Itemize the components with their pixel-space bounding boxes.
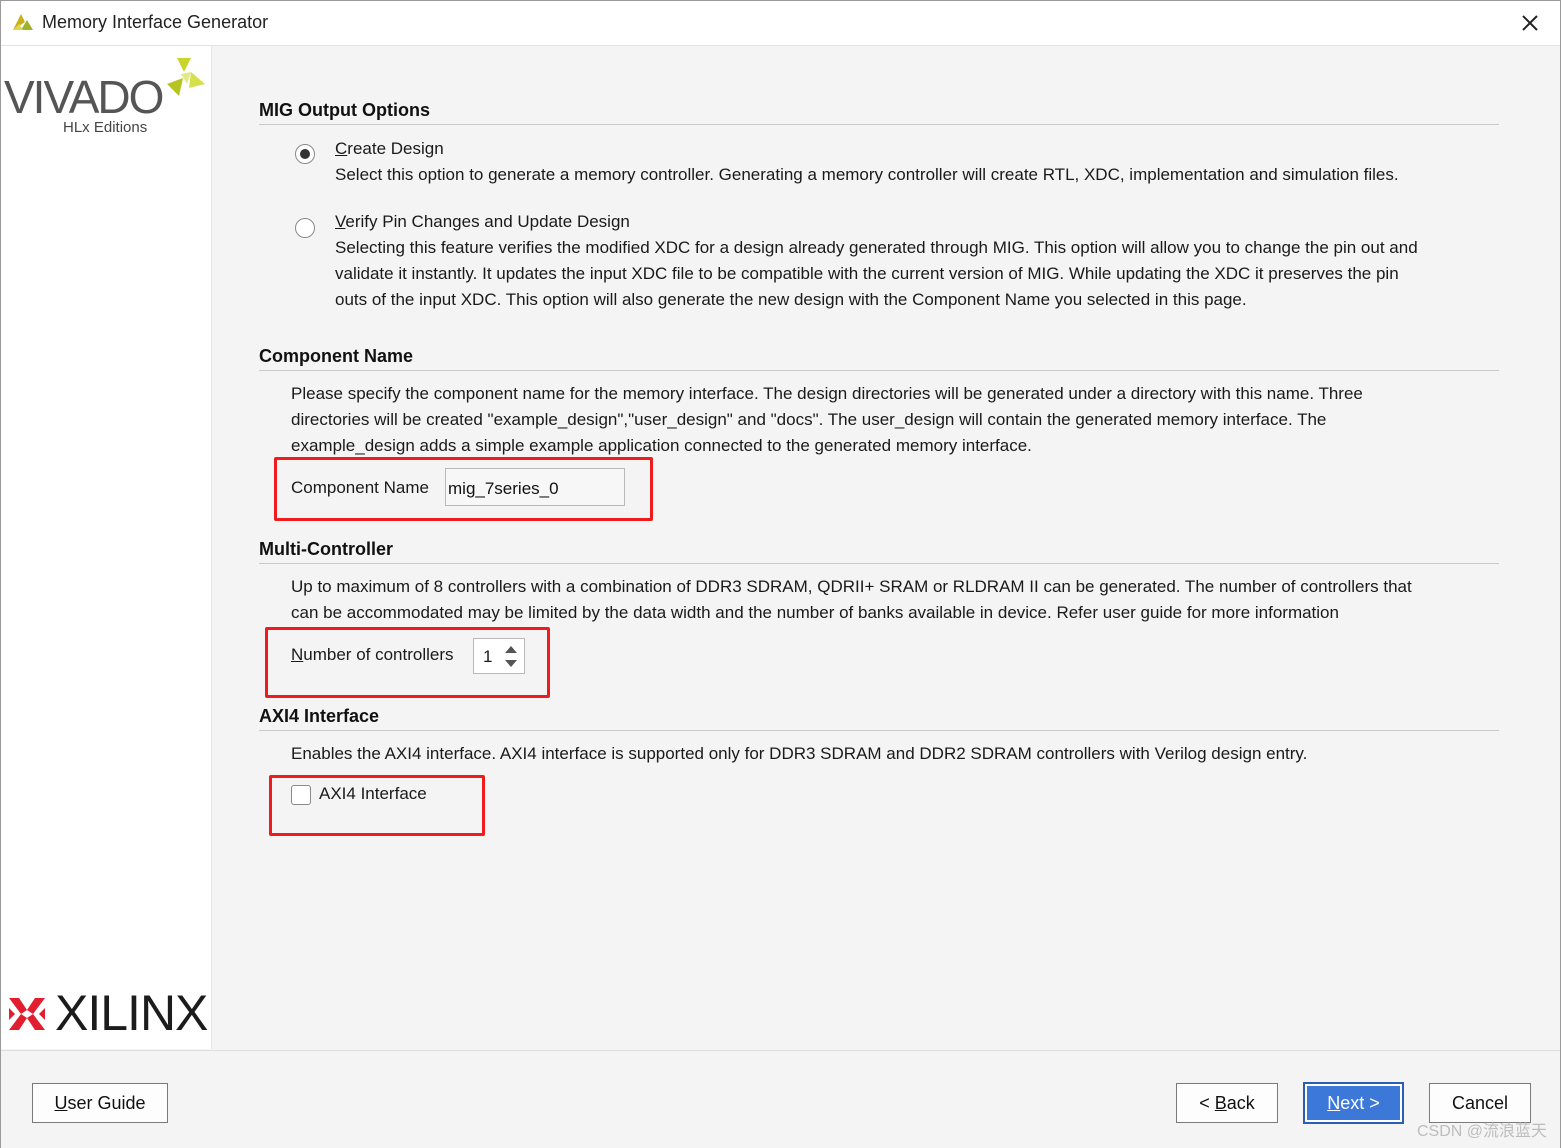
- create-design-description: Select this option to generate a memory …: [335, 165, 1399, 184]
- next-button[interactable]: Next >: [1303, 1082, 1404, 1124]
- window-title: Memory Interface Generator: [42, 12, 269, 32]
- watermark-text: CSDN @流浪蓝天: [1416, 1123, 1547, 1140]
- main-content: MIG Output Options Create Design Select …: [212, 46, 1560, 1049]
- branding-panel: VIVADO HLx Editions XILINX: [1, 46, 212, 1049]
- verify-pin-description-line1: Selecting this feature verifies the modi…: [335, 238, 1418, 257]
- number-of-controllers-label: Number of controllers: [291, 645, 454, 664]
- mig-dialog: Memory Interface Generator VIVADO HLx Ed…: [0, 0, 1561, 1148]
- verify-pin-label[interactable]: Verify Pin Changes and Update Design: [335, 209, 630, 235]
- axi4-interface-label[interactable]: AXI4 Interface: [319, 781, 427, 807]
- component-description-line3: example_design adds a simple example app…: [291, 436, 1032, 455]
- close-icon[interactable]: [1514, 7, 1546, 39]
- component-description-line2: directories will be created "example_des…: [291, 410, 1327, 429]
- multi-controller-description-line2: can be accommodated may be limited by th…: [291, 603, 1339, 622]
- create-design-radio[interactable]: [295, 144, 315, 164]
- section-title-component-name: Component Name: [259, 346, 414, 366]
- number-of-controllers-value: 1: [483, 647, 493, 666]
- vivado-logo-text: VIVADO: [4, 71, 164, 123]
- verify-pin-description-line2: validate it instantly. It updates the in…: [335, 264, 1399, 283]
- number-of-controllers-spinner[interactable]: 1: [473, 638, 525, 674]
- create-design-label[interactable]: Create Design: [335, 136, 444, 162]
- divider: [259, 730, 1499, 731]
- section-title-multi-controller: Multi-Controller: [259, 539, 393, 559]
- vivado-edition-text: HLx Editions: [63, 119, 148, 136]
- component-name-input[interactable]: mig_7series_0: [445, 468, 625, 506]
- vivado-logo-icon: [167, 58, 205, 96]
- footer-bar: User Guide < Back Next > Cancel: [1, 1050, 1560, 1148]
- multi-controller-description-line1: Up to maximum of 8 controllers with a co…: [291, 577, 1412, 596]
- title-bar: Memory Interface Generator: [1, 1, 1560, 46]
- xilinx-logo-text: XILINX: [55, 985, 208, 1041]
- xilinx-logo-icon: [9, 998, 45, 1030]
- axi4-interface-checkbox[interactable]: [291, 785, 311, 805]
- verify-pin-radio[interactable]: [295, 218, 315, 238]
- divider: [259, 563, 1499, 564]
- section-title-axi4: AXI4 Interface: [259, 706, 380, 726]
- spinner-up-icon[interactable]: [504, 644, 518, 654]
- component-description-line1: Please specify the component name for th…: [291, 384, 1363, 403]
- section-title-mig-output: MIG Output Options: [259, 100, 430, 120]
- user-guide-button[interactable]: User Guide: [32, 1083, 168, 1123]
- axi4-description: Enables the AXI4 interface. AXI4 interfa…: [291, 744, 1308, 763]
- divider: [259, 370, 1499, 371]
- vivado-app-icon: [13, 14, 33, 30]
- back-button[interactable]: < Back: [1176, 1083, 1278, 1123]
- verify-pin-description-line3: outs of the input XDC. This option will …: [335, 290, 1247, 309]
- divider: [259, 124, 1499, 125]
- spinner-down-icon[interactable]: [504, 659, 518, 669]
- component-name-label: Component Name: [291, 478, 429, 497]
